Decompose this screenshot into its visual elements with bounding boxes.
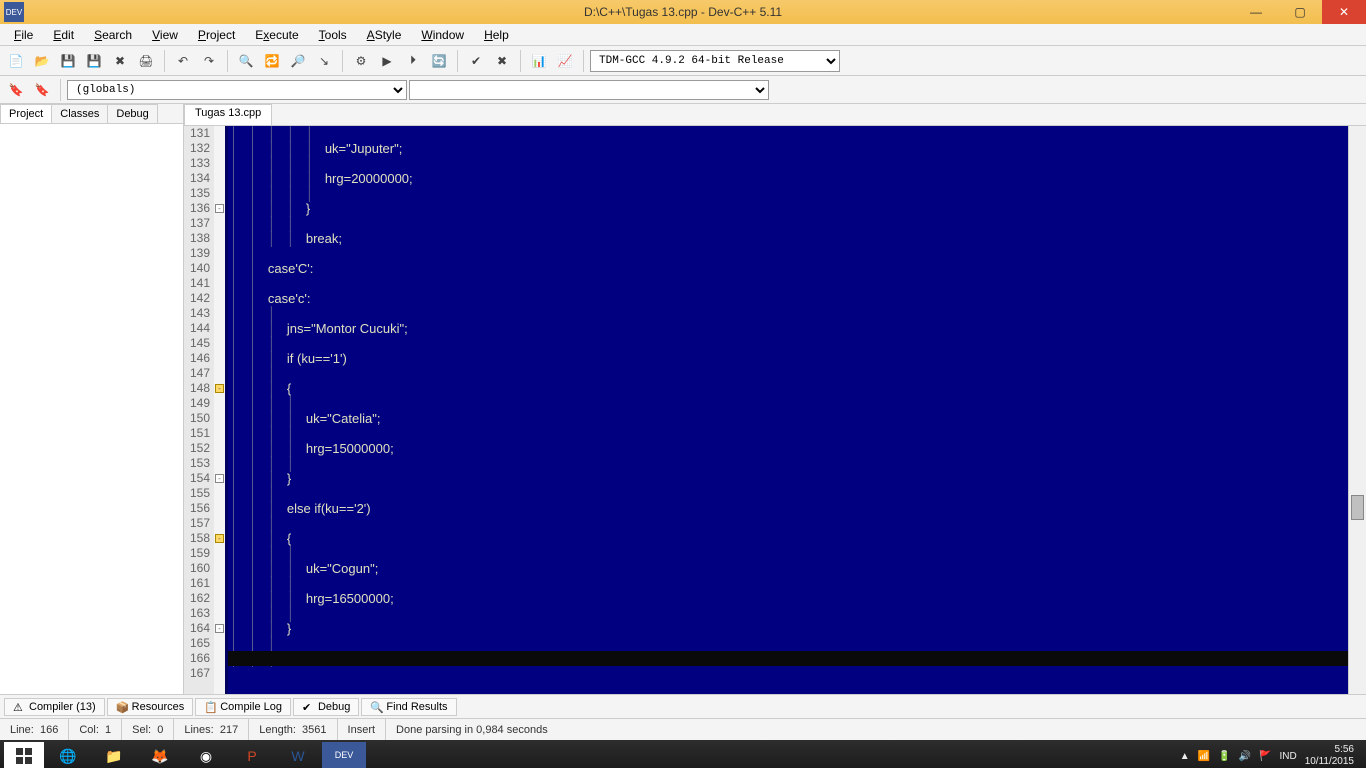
menu-project[interactable]: Project: [188, 26, 245, 44]
editor-tab-active[interactable]: Tugas 13.cpp: [184, 104, 272, 125]
find-next-icon[interactable]: 🔎: [286, 49, 310, 73]
taskbar-devcpp[interactable]: DEV: [322, 742, 366, 768]
save-all-icon[interactable]: 💾: [82, 49, 106, 73]
tab-resources[interactable]: 📦Resources: [107, 698, 194, 716]
debug-icon[interactable]: ✔: [464, 49, 488, 73]
status-message: Done parsing in 0,984 seconds: [386, 719, 1366, 740]
tray-flag-icon[interactable]: 🚩: [1259, 751, 1271, 762]
tray-clock[interactable]: 5:56 10/11/2015: [1305, 744, 1354, 768]
menu-edit[interactable]: Edit: [43, 26, 84, 44]
print-icon[interactable]: 🖨: [134, 49, 158, 73]
fold-column: -----: [214, 126, 228, 694]
secondary-toolbar: 🔖 🔖 (globals): [0, 76, 1366, 104]
line-gutter: 1311321331341351361371381391401411421431…: [184, 126, 214, 694]
close-file-icon[interactable]: ✖: [108, 49, 132, 73]
window-titlebar: DEV D:\C++\Tugas 13.cpp - Dev-C++ 5.11 —…: [0, 0, 1366, 24]
status-lines: Lines: 217: [174, 719, 249, 740]
tab-debug[interactable]: ✔Debug: [293, 698, 359, 716]
log-icon: 📋: [204, 701, 216, 713]
sidebar-tab-classes[interactable]: Classes: [51, 104, 108, 123]
code-content[interactable]: │ │ │ │ │ │ │ │ │ │ uk="Juputer";│ │ │ │…: [228, 126, 1348, 694]
main-area: Project Classes Debug Tugas 13.cpp 13113…: [0, 104, 1366, 694]
resources-icon: 📦: [116, 701, 128, 713]
sidebar-tab-project[interactable]: Project: [0, 104, 52, 123]
status-length: Length: 3561: [249, 719, 337, 740]
new-file-icon[interactable]: 📄: [4, 49, 28, 73]
status-col: Col: 1: [69, 719, 122, 740]
menu-file[interactable]: File: [4, 26, 43, 44]
menu-help[interactable]: Help: [474, 26, 519, 44]
stop-icon[interactable]: ✖: [490, 49, 514, 73]
taskbar-explorer[interactable]: 📁: [92, 742, 136, 768]
tab-compile-log[interactable]: 📋Compile Log: [195, 698, 291, 716]
compile-icon[interactable]: ⚙: [349, 49, 373, 73]
profile-icon[interactable]: 📊: [527, 49, 551, 73]
bottom-panel-tabs: ⚠Compiler (13) 📦Resources 📋Compile Log ✔…: [0, 694, 1366, 718]
function-selector[interactable]: [409, 80, 769, 100]
menu-astyle[interactable]: AStyle: [357, 26, 412, 44]
tray-lang[interactable]: IND: [1279, 751, 1296, 762]
system-tray: ▲ 📶 🔋 🔊 🚩 IND 5:56 10/11/2015: [1180, 744, 1362, 768]
windows-taskbar: 🌐 📁 🦊 ◉ P W DEV ▲ 📶 🔋 🔊 🚩 IND 5:56 10/11…: [0, 740, 1366, 768]
scope-selector[interactable]: (globals): [67, 80, 407, 100]
start-button[interactable]: [4, 742, 44, 768]
menu-tools[interactable]: Tools: [309, 26, 357, 44]
redo-icon[interactable]: ↷: [197, 49, 221, 73]
menu-window[interactable]: Window: [411, 26, 474, 44]
status-bar: Line: 166 Col: 1 Sel: 0 Lines: 217 Lengt…: [0, 718, 1366, 740]
goto-icon[interactable]: ↘: [312, 49, 336, 73]
status-mode: Insert: [338, 719, 387, 740]
close-button[interactable]: ✕: [1322, 0, 1366, 24]
rebuild-icon[interactable]: 🔄: [427, 49, 451, 73]
taskbar-chrome[interactable]: ◉: [184, 742, 228, 768]
vertical-scrollbar[interactable]: [1348, 126, 1366, 694]
taskbar-ie[interactable]: 🌐: [46, 742, 90, 768]
compile-run-icon[interactable]: ⏵: [401, 49, 425, 73]
compiler-icon: ⚠: [13, 701, 25, 713]
sidebar-content: [0, 124, 183, 694]
replace-icon[interactable]: 🔁: [260, 49, 284, 73]
tray-volume-icon[interactable]: 🔊: [1239, 751, 1251, 762]
goto-bookmark-icon[interactable]: 🔖: [30, 78, 54, 102]
sidebar: Project Classes Debug: [0, 104, 184, 694]
code-editor[interactable]: 1311321331341351361371381391401411421431…: [184, 126, 1366, 694]
tray-network-icon[interactable]: 📶: [1198, 751, 1210, 762]
taskbar-word[interactable]: W: [276, 742, 320, 768]
tray-battery-icon[interactable]: 🔋: [1218, 751, 1230, 762]
find-icon[interactable]: 🔍: [234, 49, 258, 73]
tab-compiler[interactable]: ⚠Compiler (13): [4, 698, 105, 716]
menu-bar: File Edit Search View Project Execute To…: [0, 24, 1366, 46]
undo-icon[interactable]: ↶: [171, 49, 195, 73]
tray-up-icon[interactable]: ▲: [1180, 751, 1190, 762]
find-icon: 🔍: [370, 701, 382, 713]
status-line: Line: 166: [0, 719, 69, 740]
app-icon: DEV: [4, 2, 24, 22]
taskbar-firefox[interactable]: 🦊: [138, 742, 182, 768]
minimize-button[interactable]: —: [1234, 0, 1278, 24]
open-file-icon[interactable]: 📂: [30, 49, 54, 73]
status-sel: Sel: 0: [122, 719, 174, 740]
menu-execute[interactable]: Execute: [245, 26, 308, 44]
main-toolbar: 📄 📂 💾 💾 ✖ 🖨 ↶ ↷ 🔍 🔁 🔎 ↘ ⚙ ▶ ⏵ 🔄 ✔ ✖ 📊 📈 …: [0, 46, 1366, 76]
compiler-selector[interactable]: TDM-GCC 4.9.2 64-bit Release: [590, 50, 840, 72]
scrollbar-thumb[interactable]: [1351, 495, 1364, 520]
menu-search[interactable]: Search: [84, 26, 142, 44]
profile2-icon[interactable]: 📈: [553, 49, 577, 73]
run-icon[interactable]: ▶: [375, 49, 399, 73]
tab-find-results[interactable]: 🔍Find Results: [361, 698, 456, 716]
save-icon[interactable]: 💾: [56, 49, 80, 73]
debug-icon: ✔: [302, 701, 314, 713]
maximize-button[interactable]: ▢: [1278, 0, 1322, 24]
editor-area: Tugas 13.cpp 131132133134135136137138139…: [184, 104, 1366, 694]
bookmark-icon[interactable]: 🔖: [4, 78, 28, 102]
sidebar-tab-debug[interactable]: Debug: [107, 104, 157, 123]
menu-view[interactable]: View: [142, 26, 188, 44]
taskbar-powerpoint[interactable]: P: [230, 742, 274, 768]
window-title: D:\C++\Tugas 13.cpp - Dev-C++ 5.11: [584, 5, 782, 19]
